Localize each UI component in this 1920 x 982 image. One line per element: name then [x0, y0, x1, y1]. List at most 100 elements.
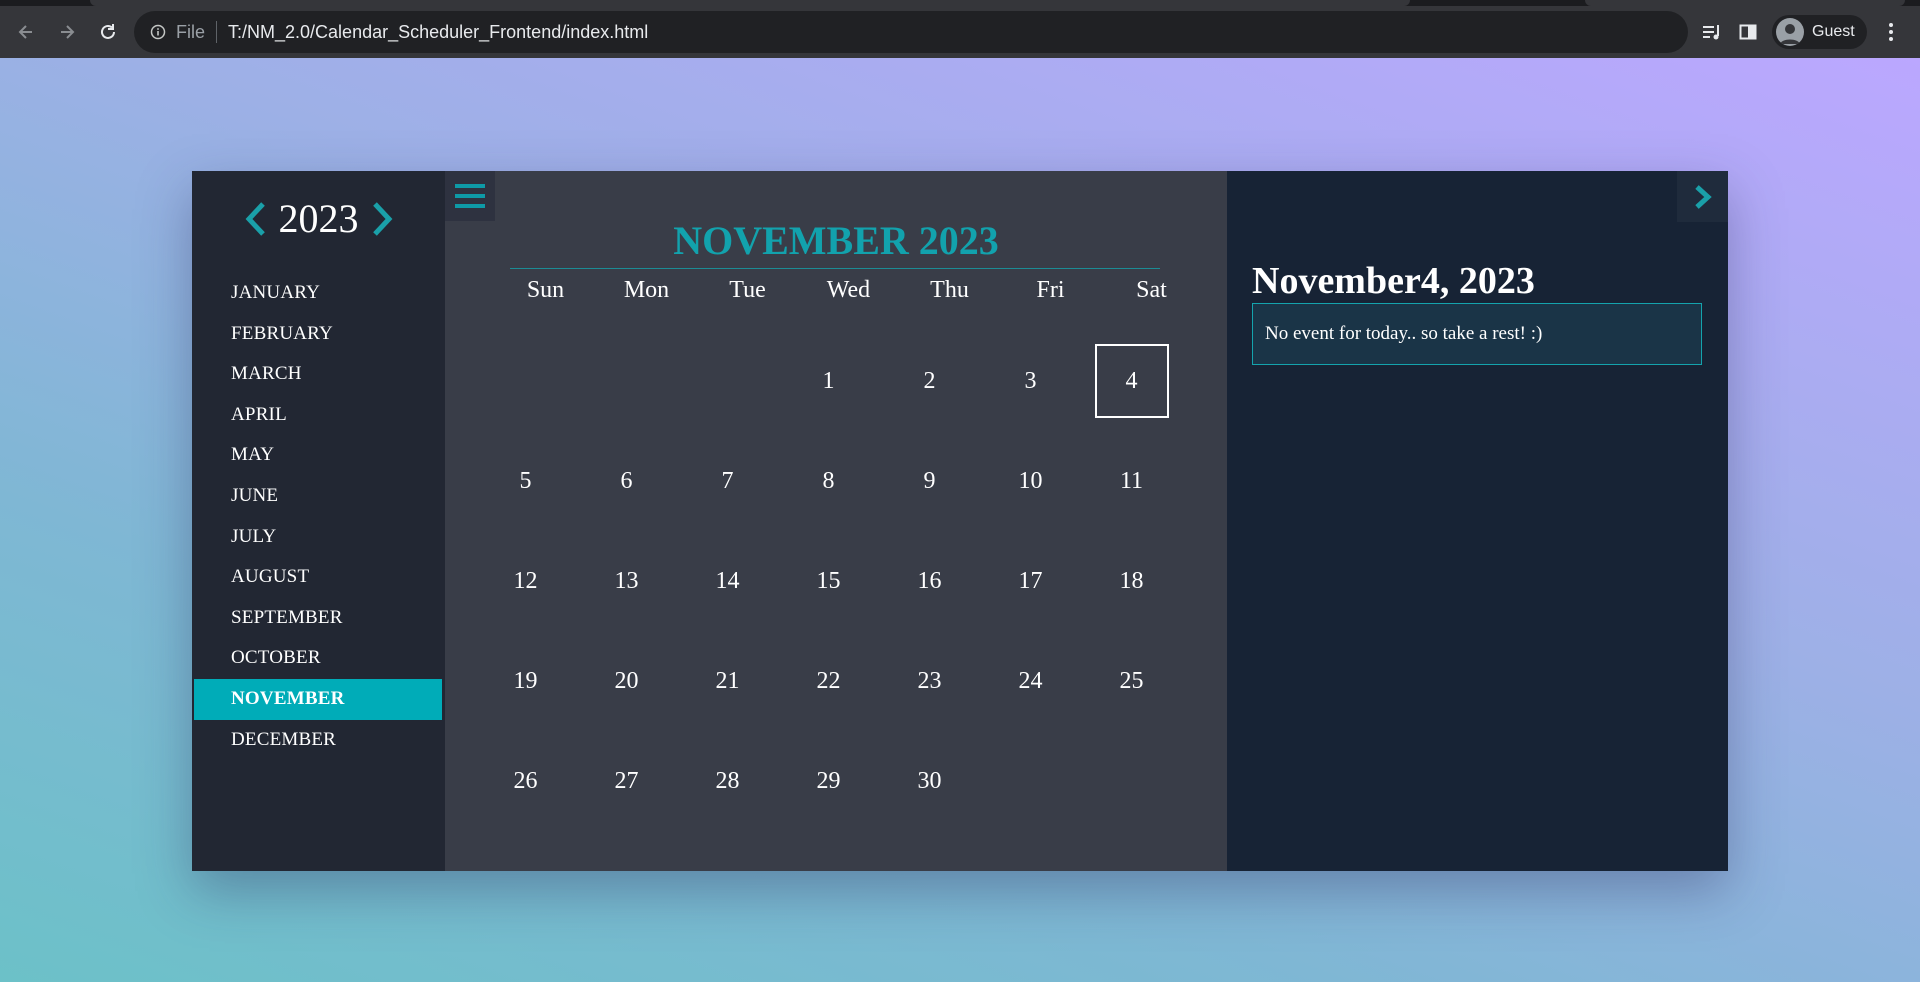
day-cell[interactable]: 9 — [879, 431, 980, 531]
info-icon[interactable] — [150, 24, 166, 40]
day-cell[interactable]: 8 — [778, 431, 879, 531]
person-icon — [1780, 24, 1800, 44]
day-cell[interactable]: 30 — [879, 731, 980, 831]
day-cell[interactable]: 3 — [980, 331, 1081, 431]
file-label: File — [176, 21, 206, 42]
day-cell[interactable]: 21 — [677, 631, 778, 731]
month-item-january[interactable]: JANUARY — [194, 273, 442, 314]
prev-year-button[interactable] — [241, 199, 271, 239]
month-item-may[interactable]: MAY — [194, 435, 442, 476]
avatar — [1776, 18, 1804, 46]
month-item-april[interactable]: APRIL — [194, 395, 442, 436]
month-item-september[interactable]: SEPTEMBER — [194, 598, 442, 639]
arrow-left-icon — [18, 25, 32, 39]
weekday-label: Tue — [729, 277, 766, 303]
month-item-july[interactable]: JULY — [194, 517, 442, 558]
weekday-header: Sun Mon Tue Wed Thu Fri Sat — [510, 277, 1217, 304]
day-cell[interactable]: 14 — [677, 531, 778, 631]
day-cell[interactable]: 29 — [778, 731, 879, 831]
hamburger-icon-bar — [455, 204, 485, 208]
forward-button[interactable] — [49, 14, 85, 50]
day-cell[interactable]: 13 — [576, 531, 677, 631]
weekday-label: Mon — [623, 277, 670, 303]
month-item-june[interactable]: JUNE — [194, 476, 442, 517]
media-control-button[interactable] — [1694, 14, 1730, 50]
day-number: 23 — [917, 667, 942, 694]
day-cell[interactable]: 20 — [576, 631, 677, 731]
weekday-label: Sat — [1136, 277, 1167, 303]
hamburger-icon-bar — [455, 194, 485, 198]
day-cell[interactable]: 1 — [778, 331, 879, 431]
month-item-december[interactable]: DECEMBER — [194, 720, 442, 761]
more-vert-icon — [1888, 23, 1893, 41]
day-cell[interactable]: 2 — [879, 331, 980, 431]
day-cell[interactable]: 11 — [1081, 431, 1182, 531]
day-number: 28 — [715, 767, 740, 794]
day-grid: 1 2 3 4 5 6 7 8 9 10 11 12 13 14 15 16 17 18 19 20 21 22 23 24 2… — [475, 331, 1182, 831]
day-cell[interactable]: 18 — [1081, 531, 1182, 631]
reload-button[interactable] — [90, 14, 126, 50]
title-divider — [510, 268, 1160, 269]
chevron-left-icon — [245, 202, 265, 236]
day-cell[interactable]: 16 — [879, 531, 980, 631]
event-message: No event for today.. so take a rest! :) — [1252, 303, 1702, 365]
month-sidebar: 2023 JANUARY FEBRUARY MARCH APRIL MAY JU… — [192, 171, 445, 871]
day-number: 14 — [715, 567, 740, 594]
day-number: 12 — [513, 567, 538, 594]
year-selector: 2023 — [192, 197, 445, 241]
day-number: 27 — [614, 767, 639, 794]
day-number: 13 — [614, 567, 639, 594]
month-item-october[interactable]: OCTOBER — [194, 638, 442, 679]
day-cell[interactable]: 19 — [475, 631, 576, 731]
day-number: 22 — [816, 667, 841, 694]
day-cell[interactable]: 15 — [778, 531, 879, 631]
empty-day-cell — [677, 331, 778, 431]
next-year-button[interactable] — [367, 199, 397, 239]
browser-toolbar: File T:/NM_2.0/Calendar_Scheduler_Fronte… — [0, 6, 1920, 58]
profile-button[interactable]: Guest — [1772, 15, 1867, 49]
browser-menu-button[interactable] — [1873, 14, 1909, 50]
day-number: 10 — [1018, 467, 1043, 494]
day-number: 16 — [917, 567, 942, 594]
day-cell[interactable]: 28 — [677, 731, 778, 831]
day-number: 2 — [923, 367, 936, 394]
day-cell[interactable]: 24 — [980, 631, 1081, 731]
day-cell[interactable]: 10 — [980, 431, 1081, 531]
day-cell[interactable]: 12 — [475, 531, 576, 631]
month-item-march[interactable]: MARCH — [194, 354, 442, 395]
side-panel-icon — [1739, 24, 1757, 40]
back-button[interactable] — [8, 14, 44, 50]
day-number: 4 — [1094, 344, 1169, 418]
events-panel: November4, 2023 No event for today.. so … — [1227, 171, 1728, 871]
profile-name: Guest — [1812, 23, 1855, 40]
day-number: 19 — [513, 667, 538, 694]
day-cell[interactable]: 23 — [879, 631, 980, 731]
selected-date-heading: November4, 2023 — [1252, 260, 1535, 302]
day-number: 24 — [1018, 667, 1043, 694]
panel-toggle-button[interactable] — [1677, 171, 1728, 222]
day-cell-selected[interactable]: 4 — [1081, 331, 1182, 431]
side-panel-button[interactable] — [1730, 14, 1766, 50]
address-bar[interactable]: File T:/NM_2.0/Calendar_Scheduler_Fronte… — [134, 11, 1688, 53]
empty-day-cell — [475, 331, 576, 431]
toolbar-right: Guest — [1694, 6, 1909, 58]
day-cell[interactable]: 7 — [677, 431, 778, 531]
day-cell[interactable]: 25 — [1081, 631, 1182, 731]
day-number: 3 — [1024, 367, 1037, 394]
chevron-right-icon — [372, 202, 392, 236]
url-text[interactable]: T:/NM_2.0/Calendar_Scheduler_Frontend/in… — [228, 22, 648, 43]
day-number: 11 — [1119, 467, 1144, 494]
month-item-february[interactable]: FEBRUARY — [194, 314, 442, 355]
day-cell[interactable]: 5 — [475, 431, 576, 531]
day-cell[interactable]: 6 — [576, 431, 677, 531]
day-cell[interactable]: 26 — [475, 731, 576, 831]
month-item-august[interactable]: AUGUST — [194, 557, 442, 598]
day-cell[interactable]: 22 — [778, 631, 879, 731]
day-cell[interactable]: 17 — [980, 531, 1081, 631]
day-number: 18 — [1119, 567, 1144, 594]
reload-icon — [101, 24, 115, 39]
day-cell[interactable]: 27 — [576, 731, 677, 831]
month-item-november[interactable]: NOVEMBER — [194, 678, 442, 720]
menu-toggle-button[interactable] — [445, 171, 495, 221]
calendar-app: 2023 JANUARY FEBRUARY MARCH APRIL MAY JU… — [192, 171, 1728, 871]
